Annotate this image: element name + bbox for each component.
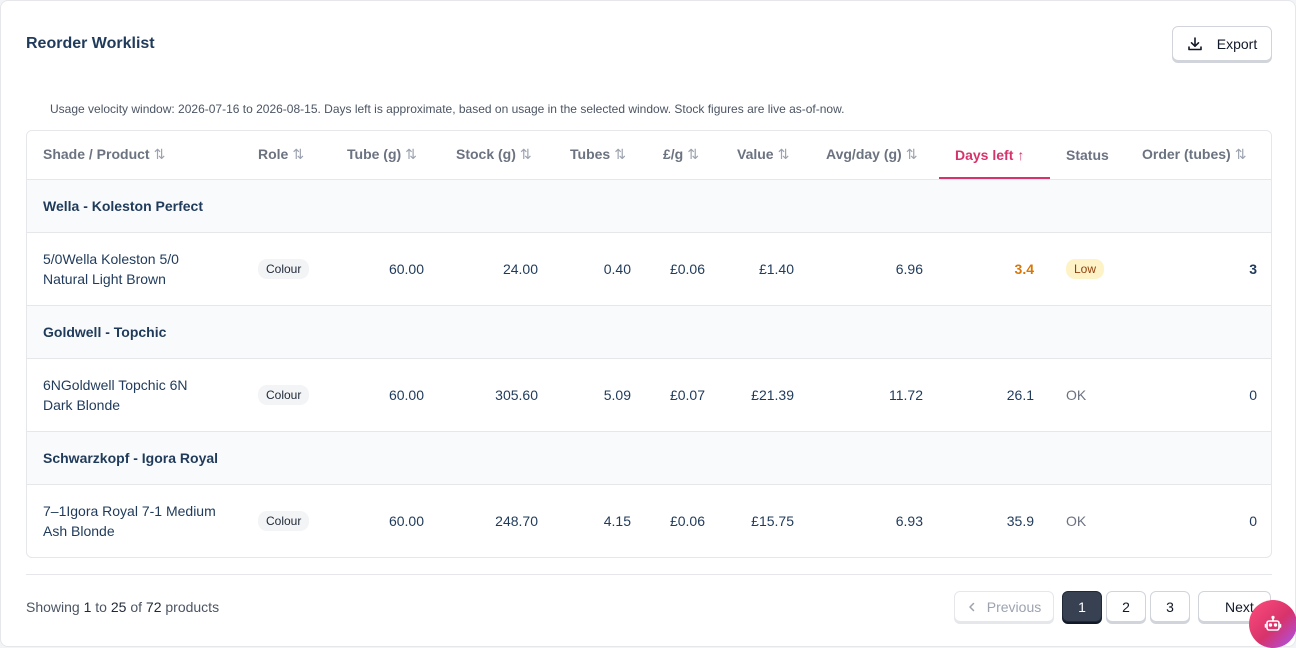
page-2-button[interactable]: 2 bbox=[1106, 591, 1146, 622]
status-badge: Low bbox=[1066, 258, 1105, 279]
group-row: Goldwell - Topchic bbox=[27, 305, 1271, 359]
group-row: Wella - Koleston Perfect bbox=[27, 179, 1271, 233]
col-header-role[interactable]: Role ⇅ bbox=[242, 131, 331, 180]
sort-icon: ⇅ bbox=[1234, 146, 1247, 163]
sort-icon: ⇅ bbox=[777, 146, 790, 163]
group-name: Goldwell - Topchic bbox=[27, 305, 1271, 359]
role-badge: Colour bbox=[258, 510, 310, 531]
avg-per-day: 6.96 bbox=[810, 232, 939, 306]
sort-icon: ⇅ bbox=[405, 146, 417, 163]
page-1-button[interactable]: 1 bbox=[1062, 591, 1102, 622]
price-per-gram: £0.07 bbox=[647, 358, 721, 432]
price-per-gram: £0.06 bbox=[669, 512, 705, 529]
tube-grams: 60.00 bbox=[331, 358, 440, 432]
product-name: 6NGoldwell Topchic 6N Dark Blonde bbox=[27, 358, 242, 432]
stock-grams: 305.60 bbox=[440, 358, 554, 432]
col-header-status: Status bbox=[1050, 131, 1126, 180]
group-name: Schwarzkopf - Igora Royal bbox=[27, 431, 1271, 485]
export-label: Export bbox=[1216, 35, 1258, 52]
export-button[interactable]: Export bbox=[1172, 26, 1272, 61]
days-left: 3.4 bbox=[939, 232, 1050, 306]
product-name: 7–1Igora Royal 7-1 Medium Ash Blonde bbox=[43, 502, 216, 539]
col-header-value[interactable]: Value ⇅ bbox=[721, 131, 810, 180]
page-title: Reorder Worklist bbox=[26, 35, 155, 52]
product-name: 5/0Wella Koleston 5/0 Natural Light Brown bbox=[27, 232, 242, 306]
status-text: OK bbox=[1066, 512, 1087, 529]
table-row[interactable]: 5/0Wella Koleston 5/0 Natural Light Brown… bbox=[27, 232, 1271, 306]
tubes-count: 0.40 bbox=[554, 232, 647, 306]
col-header-stock[interactable]: Stock (g) ⇅ bbox=[440, 131, 554, 180]
download-icon bbox=[1187, 36, 1202, 50]
order-tubes: 0 bbox=[1249, 512, 1257, 529]
tube-grams: 60.00 bbox=[331, 232, 440, 306]
robot-icon bbox=[1264, 615, 1282, 631]
tubes-count: 5.09 bbox=[554, 358, 647, 432]
page-3-button[interactable]: 3 bbox=[1150, 591, 1190, 622]
assistant-button[interactable] bbox=[1249, 600, 1296, 648]
velocity-note: Usage velocity window: 2026-07-16 to 202… bbox=[50, 102, 845, 116]
sort-icon: ⇅ bbox=[292, 146, 305, 163]
col-header-avg-day[interactable]: Avg/day (g) ⇅ bbox=[810, 131, 939, 180]
tube-grams: 60.00 bbox=[388, 512, 424, 529]
arrow-up-icon: ↑ bbox=[1017, 146, 1025, 163]
sort-icon: ⇅ bbox=[614, 146, 626, 163]
days-left: 26.1 bbox=[939, 358, 1050, 432]
table-row[interactable]: 6NGoldwell Topchic 6N Dark Blonde Colour … bbox=[27, 358, 1271, 432]
col-header-price-per-gram[interactable]: £/g ⇅ bbox=[647, 131, 721, 180]
col-header-tubes[interactable]: Tubes ⇅ bbox=[554, 131, 647, 180]
col-header-tube[interactable]: Tube (g) ⇅ bbox=[331, 131, 440, 180]
table-row[interactable]: 7–1Igora Royal 7-1 Medium Ash Blonde Colo… bbox=[27, 484, 1271, 557]
sort-icon: ⇅ bbox=[519, 146, 532, 163]
stock-value: £21.39 bbox=[721, 358, 810, 432]
col-header-days-left[interactable]: Days left ↑ bbox=[939, 131, 1050, 180]
price-per-gram: £0.06 bbox=[647, 232, 721, 306]
stock-grams: 24.00 bbox=[440, 232, 554, 306]
group-name: Wella - Koleston Perfect bbox=[27, 179, 1271, 233]
previous-page-button[interactable]: Previous bbox=[954, 591, 1054, 622]
footer-divider bbox=[26, 574, 1272, 575]
sort-icon: ⇅ bbox=[153, 146, 166, 163]
role-badge: Colour bbox=[258, 258, 310, 279]
sort-icon: ⇅ bbox=[905, 146, 918, 163]
worklist-table: Shade / Product ⇅ Role ⇅ Tube (g) ⇅ Stock (… bbox=[26, 130, 1272, 558]
group-row: Schwarzkopf - Igora Royal bbox=[27, 431, 1271, 485]
reorder-worklist-card: Reorder Worklist Export Usage velocity w… bbox=[0, 0, 1296, 648]
status-text: OK bbox=[1050, 358, 1126, 432]
tubes-count: 4.15 bbox=[603, 512, 631, 529]
chevron-left-icon bbox=[969, 602, 975, 611]
days-left: 35.9 bbox=[1006, 512, 1034, 529]
table-header-row: Shade / Product ⇅ Role ⇅ Tube (g) ⇅ Stock (… bbox=[27, 131, 1271, 180]
avg-per-day: 6.93 bbox=[895, 512, 923, 529]
sort-icon: ⇅ bbox=[687, 146, 699, 163]
order-tubes: 3 bbox=[1126, 232, 1271, 306]
order-tubes: 0 bbox=[1126, 358, 1271, 432]
pagination-summary: Showing 1 to 25 of 72 products bbox=[26, 599, 220, 615]
col-header-shade[interactable]: Shade / Product ⇅ bbox=[27, 131, 242, 180]
stock-value: £1.40 bbox=[721, 232, 810, 306]
stock-grams: 248.70 bbox=[495, 512, 538, 529]
stock-value: £15.75 bbox=[751, 512, 794, 529]
role-badge: Colour bbox=[258, 384, 310, 405]
avg-per-day: 11.72 bbox=[810, 358, 939, 432]
col-header-order[interactable]: Order (tubes) ⇅ bbox=[1126, 131, 1271, 180]
